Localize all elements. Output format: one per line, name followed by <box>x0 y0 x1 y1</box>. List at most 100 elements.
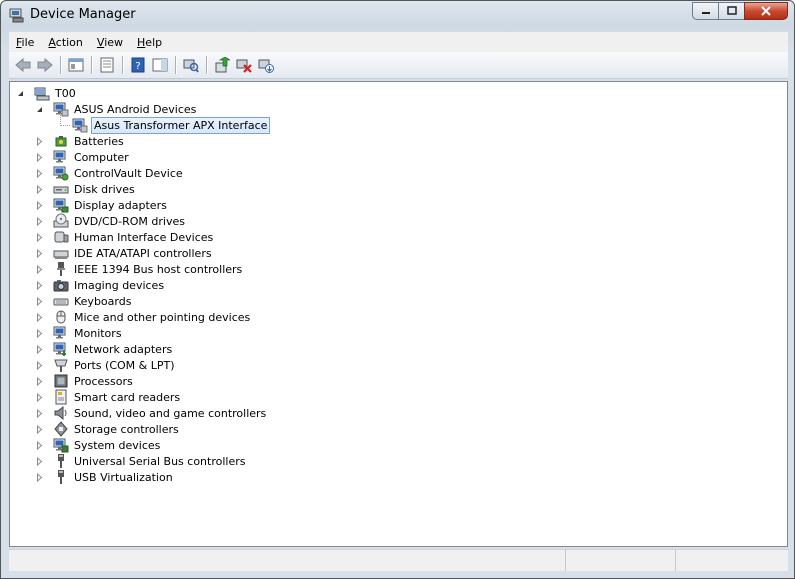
tree-category-dvd-cd-rom-drives[interactable]: DVD/CD-ROM drives <box>53 213 187 229</box>
expand-toggle[interactable] <box>35 280 44 291</box>
uninstall-button[interactable] <box>233 54 255 76</box>
tree-category-human-interface-devices[interactable]: Human Interface Devices <box>53 229 215 245</box>
system-device-icon <box>53 438 69 453</box>
disable-device-button[interactable] <box>255 54 277 76</box>
title-bar[interactable]: Device Manager <box>1 1 794 31</box>
expand-arrow-icon <box>37 440 43 451</box>
forward-button[interactable] <box>34 54 56 76</box>
tree-category-controlvault-device[interactable]: ControlVault Device <box>53 165 185 181</box>
show-hide-console-tree-button[interactable] <box>65 54 87 76</box>
tree-category-sound-video-and-game-controllers[interactable]: Sound, video and game controllers <box>53 405 268 421</box>
menu-action[interactable]: Action <box>41 36 89 49</box>
tree-category-keyboards[interactable]: Keyboards <box>53 293 133 309</box>
disable-device-icon <box>258 59 274 73</box>
tree-item-label: Imaging devices <box>74 278 165 292</box>
tree-category-ieee-1394-bus-host-controllers[interactable]: IEEE 1394 Bus host controllers <box>53 261 244 277</box>
tree-category-ports-com-lpt[interactable]: Ports (COM & LPT) <box>53 357 177 373</box>
help-button[interactable]: ? <box>127 54 149 76</box>
collapse-toggle[interactable] <box>16 88 25 97</box>
help-icon: ? <box>131 57 145 73</box>
tree-category-ide-ata-atapi-controllers[interactable]: IDE ATA/ATAPI controllers <box>53 245 214 261</box>
tree-item-label: IEEE 1394 Bus host controllers <box>74 262 243 276</box>
tree-category-smart-card-readers[interactable]: Smart card readers <box>53 389 182 405</box>
computer-icon <box>53 150 66 163</box>
expand-toggle[interactable] <box>35 456 44 467</box>
menu-hotkey: A <box>48 35 56 49</box>
expand-toggle[interactable] <box>35 312 44 323</box>
device-tree[interactable]: T00 ASUS Android Devices Asus Transformer … <box>9 81 788 547</box>
back-button[interactable] <box>12 54 34 76</box>
menu-file[interactable]: File <box>9 36 41 49</box>
tree-category-imaging-devices[interactable]: Imaging devices <box>53 277 166 293</box>
expand-toggle[interactable] <box>35 376 44 387</box>
tree-category-mice-and-other-pointing-devices[interactable]: Mice and other pointing devices <box>53 309 252 325</box>
sound-icon <box>54 405 67 421</box>
tree-category-processors[interactable]: Processors <box>53 373 135 389</box>
tree-category-batteries[interactable]: Batteries <box>53 133 126 149</box>
action-pane-button[interactable] <box>149 54 171 76</box>
maximize-button[interactable] <box>718 2 744 20</box>
expand-toggle[interactable] <box>35 232 44 243</box>
expand-toggle[interactable] <box>35 440 44 451</box>
dvd-drive-icon <box>53 213 69 228</box>
menu-view[interactable]: View <box>90 36 130 49</box>
expand-toggle[interactable] <box>35 152 44 163</box>
expand-toggle[interactable] <box>35 328 44 339</box>
tree-category-asus-android-devices[interactable]: ASUS Android Devices <box>53 101 198 117</box>
tree-root[interactable]: T00 <box>34 85 78 101</box>
expand-toggle[interactable] <box>35 344 44 355</box>
expand-toggle[interactable] <box>35 184 44 195</box>
expand-toggle[interactable] <box>35 472 44 483</box>
tree-category-display-adapters[interactable]: Display adapters <box>53 197 169 213</box>
expand-toggle[interactable] <box>35 216 44 227</box>
tree-category-system-devices[interactable]: System devices <box>53 437 162 453</box>
tree-item-label: Asus Transformer APX Interface <box>91 116 271 134</box>
expand-toggle[interactable] <box>35 392 44 403</box>
update-driver-button[interactable] <box>211 54 233 76</box>
svg-text:?: ? <box>135 61 140 72</box>
expand-toggle[interactable] <box>35 296 44 307</box>
properties-button[interactable] <box>96 54 118 76</box>
tree-category-computer[interactable]: Computer <box>53 149 131 165</box>
tree-category-monitors[interactable]: Monitors <box>53 325 124 341</box>
expand-arrow-icon <box>37 232 43 243</box>
tree-category-network-adapters[interactable]: Network adapters <box>53 341 174 357</box>
tree-category-usb-virtualization[interactable]: USB Virtualization <box>53 469 175 485</box>
collapse-toggle[interactable] <box>35 104 44 113</box>
expand-toggle[interactable] <box>35 136 44 147</box>
expand-toggle[interactable] <box>35 248 44 259</box>
minimize-button[interactable] <box>692 2 718 20</box>
tree-device-asus-transformer-apx-interface[interactable]: Asus Transformer APX Interface <box>72 116 271 134</box>
expand-toggle[interactable] <box>35 200 44 211</box>
properties-icon <box>100 57 114 73</box>
battery-icon <box>55 136 67 147</box>
maximize-icon <box>726 6 737 15</box>
minimize-icon <box>701 12 710 14</box>
expand-toggle[interactable] <box>35 360 44 371</box>
port-icon <box>54 359 68 372</box>
toolbar: ? <box>9 52 788 79</box>
device-manager-window: Device Manager File Action View Help ? T… <box>0 0 795 579</box>
display-adapter-icon <box>53 198 69 213</box>
storage-controller-icon <box>54 421 68 437</box>
expand-toggle[interactable] <box>35 424 44 435</box>
close-button[interactable] <box>744 2 788 20</box>
tree-category-universal-serial-bus-controllers[interactable]: Universal Serial Bus controllers <box>53 453 247 469</box>
collapse-arrow-icon <box>18 91 23 96</box>
expand-toggle[interactable] <box>35 168 44 179</box>
tree-category-disk-drives[interactable]: Disk drives <box>53 181 137 197</box>
expand-toggle[interactable] <box>35 408 44 419</box>
toolbar-separator <box>175 56 176 74</box>
tree-item-label: Computer <box>74 150 129 164</box>
menu-label-rest: elp <box>145 35 163 49</box>
expand-arrow-icon <box>37 312 43 323</box>
menu-label-rest: ction <box>55 35 83 49</box>
tree-item-label: IDE ATA/ATAPI controllers <box>74 246 212 260</box>
tree-item-label: Network adapters <box>74 342 173 356</box>
expand-arrow-icon <box>37 216 43 227</box>
scan-hardware-button[interactable] <box>180 54 202 76</box>
menu-bar: File Action View Help <box>9 32 788 52</box>
menu-help[interactable]: Help <box>130 36 169 49</box>
tree-category-storage-controllers[interactable]: Storage controllers <box>53 421 181 437</box>
expand-toggle[interactable] <box>35 264 44 275</box>
